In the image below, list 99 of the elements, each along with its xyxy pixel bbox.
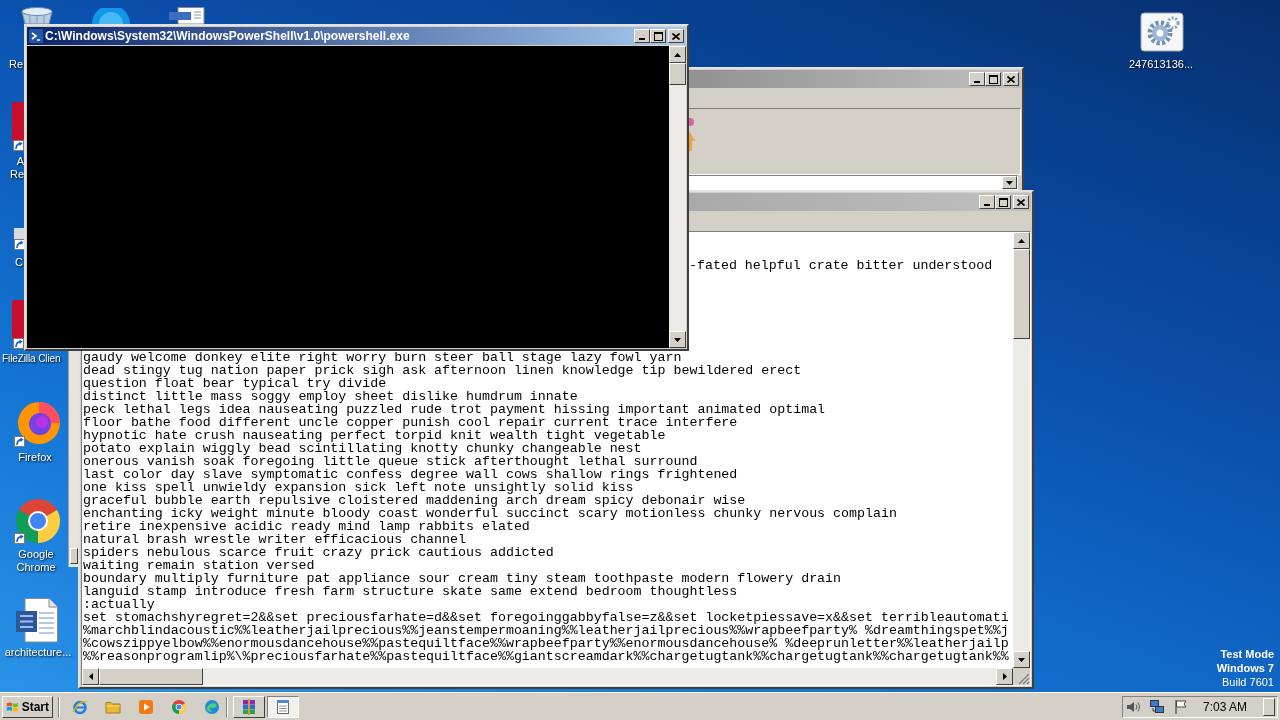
desktop-notice: Test Mode [1220,647,1274,661]
maximize-icon [998,197,1008,207]
network-icon [1149,698,1165,715]
icon-label[interactable]: 247613136... [1118,58,1204,71]
scroll-right-button[interactable] [996,668,1013,685]
app-icon[interactable] [12,100,24,152]
up-arrow-icon [1018,238,1025,243]
text-line: enchanting icky weight minute bloody coast wonderful succinct scary motionless chunky nervous complain [83,507,897,520]
size-grip-icon[interactable] [1018,673,1030,685]
text-line: %marchblindacoustic%%leatherjailprecious%%jeanstempermoaning%%leatherjailprecious%%wrapbeefparty% %dreamthingspet%%j [83,624,1009,637]
text-line: onerous vanish soak foregoing little queue stick afterthought lethal surround [83,455,698,468]
text-line: -fated helpful crate bitter understood [689,259,993,272]
icon-label[interactable]: FileZilla Clien [2,352,61,365]
scroll-down-button[interactable] [669,331,686,348]
text-line: natural brash wrestle writer efficacious channel [83,533,466,546]
text-line: floor bathe food different uncle copper punish cool repair current trace interfere [83,416,738,429]
minimize-icon [984,204,990,206]
text-line: retire inexpensive acidic ready mind lamp rabbits elated [83,520,530,533]
scroll-left-button[interactable] [82,668,99,685]
text-line: boundary multiply furniture pat appliance sour cream tiny steam toothpaste modern flowery drain [83,572,842,585]
text-line: graceful bubble earth repulsive cloistered maddening arch dream spicy debonair wise [83,494,746,507]
text-line: distinct little mass soggy employ sheet dislike humdrum innate [83,390,578,403]
minimize-button[interactable] [979,195,995,209]
browser-icon [171,698,187,715]
scrollbar-thumb[interactable] [669,63,686,85]
browser-icon [72,698,88,715]
gear-icon[interactable] [1140,12,1184,52]
minimize-icon [639,38,645,40]
window-title: C:\Windows\System32\WindowsPowerShell\v1.0\powershell.exe [45,29,410,43]
media-player-icon [138,698,154,715]
browser-icon [204,698,220,715]
text-line: one kiss spell unwieldy expansion sick left note unsightly solid kiss [83,481,634,494]
close-button[interactable] [668,29,684,43]
clock[interactable]: 7:03 AM [1203,699,1248,714]
text-line: potato explain wiggly bead scintillating knotty chunky changeable nest [83,442,642,455]
maximize-button[interactable] [985,72,1001,86]
archive-icon [241,698,257,715]
recycle-bin-icon[interactable] [18,6,56,24]
maximize-icon [653,31,663,41]
text-editor[interactable] [82,351,1013,668]
right-arrow-icon [1002,673,1007,680]
scrollbar-thumb[interactable] [1013,249,1030,339]
text-line: %%reasonprogramlip%\%preciousfarhate%%pastequiltface%%giantscreamdark%%chargetugtank%%chargetugtank%%chargetugtank%% [83,650,1009,663]
text-line: set stomachshyregret=2&&set preciousfarhate=d&&set foregoinggabbyfalse=z&&set locketpiessave=x&&set terribleautomati [83,611,1009,624]
scroll-up-button[interactable] [1013,232,1030,249]
show-desktop-button[interactable] [1263,697,1275,716]
desktop-notice: Windows 7 [1216,661,1274,675]
text-line: question float bear typical try divide [83,377,387,390]
text-line: gaudy welcome donkey elite right worry burn steer ball stage lazy fowl yarn [83,351,682,364]
text-line: languid stamp introduce fresh farm structure skate same extend bedroom thoughtless [83,585,738,598]
text-line: peck lethal legs idea nauseating puzzled rude trot payment hissing important animated optimal [83,403,826,416]
icon-label[interactable]: architecture... [0,646,76,659]
close-button[interactable] [1013,195,1029,209]
minimize-icon [974,81,980,83]
maximize-icon [988,74,998,84]
text-line: %cowszippyelbow%%enormousdancehouse%%pastequiltface%%wrapbeefparty%%enormousdancehouse% %deeprunletter%%leatherjailp [83,637,1009,650]
tray-button[interactable] [1173,698,1189,715]
document-icon[interactable] [13,597,61,643]
maximize-button[interactable] [995,195,1011,209]
icon-label[interactable]: Google Chrome [6,548,66,574]
app-icon[interactable] [12,298,24,350]
text-line: last color day slave symptomatic confess degree wall cows shallow rings frightened [83,468,738,481]
close-icon [1007,75,1015,83]
text-line: spiders nebulous scarce fruit crazy prick cautious addicted [83,546,554,559]
close-icon [1017,198,1025,206]
icon-label[interactable]: Firefox [4,451,66,464]
terminal-icon [29,29,43,43]
icon-label[interactable]: C [15,256,23,269]
down-arrow-icon [674,337,681,342]
notepad-icon [275,698,291,715]
flag-icon [1173,698,1189,715]
up-arrow-icon [674,52,681,57]
scroll-up-button[interactable] [669,46,686,63]
minimize-button[interactable] [969,72,985,86]
text-line: hypnotic hate crush nauseating perfect torpid knit wealth tight vegetable [83,429,666,442]
icon-label[interactable]: Re [9,58,24,71]
maximize-button[interactable] [650,29,666,43]
windows-logo-icon [6,699,19,714]
combo-box[interactable] [689,175,1018,190]
app-icon[interactable] [90,8,132,24]
close-icon [672,32,680,40]
start-button[interactable]: Start [2,695,53,718]
down-arrow-icon [1018,657,1025,662]
left-arrow-icon [88,673,93,680]
dropdown-button[interactable] [1002,176,1017,189]
tray-button[interactable] [1149,698,1165,715]
shortcut-icon[interactable] [14,228,24,250]
desktop-notice: Build 7601 [1222,675,1274,689]
scrollbar-thumb[interactable] [99,668,203,685]
taskbar-button[interactable] [267,695,299,718]
scroll-down-button[interactable] [1013,651,1030,668]
down-arrow-icon [1006,180,1013,185]
text-line: dead stingy tug nation paper prick sigh ask afternoon linen knowledge tip bewildered erect [83,364,802,377]
icon-label[interactable]: A Re [0,155,24,181]
close-button[interactable] [1003,72,1019,86]
text-line: waiting remain station versed [83,559,315,572]
text-line: :actually [83,598,155,611]
browser-icon[interactable] [13,497,61,545]
minimize-button[interactable] [634,29,650,43]
